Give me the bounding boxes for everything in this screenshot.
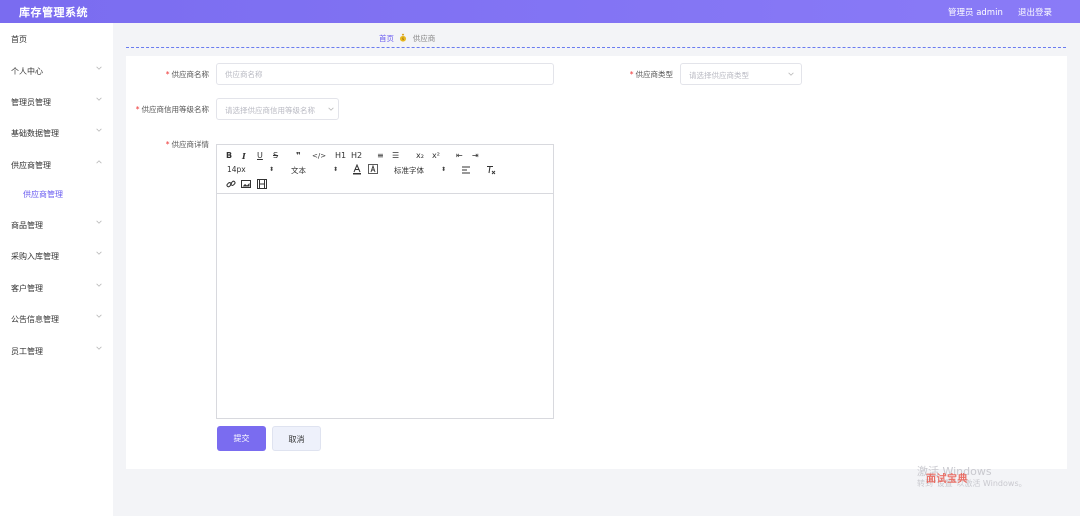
supplier-credit-label: * 供应商信用等级名称 xyxy=(136,104,209,115)
supplier-name-label: * 供应商名称 xyxy=(166,69,209,80)
clear-format-icon[interactable] xyxy=(486,165,496,175)
bold-button[interactable]: B xyxy=(226,151,232,161)
bullet-list-button[interactable]: ☰ xyxy=(392,151,399,161)
font-family-value: 标准字体 xyxy=(394,166,424,175)
supplier-credit-select[interactable]: 请选择供应商信用等级名称 xyxy=(216,98,339,120)
header2-button[interactable]: H2 xyxy=(351,151,362,161)
paragraph-value: 文本 xyxy=(291,166,306,175)
sidebar-item-purchase[interactable]: 采购入库管理 xyxy=(0,245,113,267)
breadcrumb-home[interactable]: 首页 xyxy=(379,34,394,43)
rich-text-editor: B I U S ❞ </> H1 H2 ≡ ☰ x₂ x² ⇤ ⇥ 14px ⬍… xyxy=(216,144,554,419)
font-size-select[interactable]: 14px ⬍ xyxy=(227,165,275,174)
app-title: 库存管理系统 xyxy=(19,6,88,19)
chevron-down-icon xyxy=(96,97,102,101)
cancel-button[interactable]: 取消 xyxy=(272,426,321,451)
sidebar-item-staff[interactable]: 员工管理 xyxy=(0,340,113,362)
top-header: 库存管理系统 管理员 admin 退出登录 xyxy=(0,0,1080,23)
sidebar-item-label: 管理员管理 xyxy=(11,98,51,107)
chevron-down-icon xyxy=(96,283,102,287)
strikethrough-button[interactable]: S xyxy=(273,151,278,161)
money-bag-icon: $ xyxy=(400,33,407,42)
chevron-down-icon xyxy=(96,128,102,132)
svg-text:$: $ xyxy=(402,37,404,41)
indent-button[interactable]: ⇥ xyxy=(472,151,479,161)
sidebar-item-label: 商品管理 xyxy=(11,221,43,230)
chevron-down-icon xyxy=(328,107,334,111)
logout-link[interactable]: 退出登录 xyxy=(1018,6,1052,18)
blockquote-button[interactable]: ❞ xyxy=(296,151,301,161)
link-icon[interactable] xyxy=(226,179,236,189)
font-family-select[interactable]: 标准字体 ⬍ xyxy=(394,165,446,176)
align-icon[interactable] xyxy=(461,165,471,175)
updown-icon: ⬍ xyxy=(333,166,339,173)
supplier-type-label: * 供应商类型 xyxy=(630,69,673,80)
submit-button[interactable]: 提交 xyxy=(217,426,266,451)
label-text: 供应商类型 xyxy=(635,70,674,79)
sidebar-item-label: 供应商管理 xyxy=(23,190,63,199)
required-mark: * xyxy=(165,70,170,79)
sidebar-item-label: 客户管理 xyxy=(11,284,43,293)
chevron-down-icon xyxy=(96,251,102,255)
sidebar-item-notice[interactable]: 公告信息管理 xyxy=(0,308,113,330)
chevron-down-icon xyxy=(96,346,102,350)
label-text: 供应商详情 xyxy=(171,140,210,149)
required-mark: * xyxy=(165,140,170,149)
sidebar-item-label: 供应商管理 xyxy=(11,161,51,170)
underline-button[interactable]: U xyxy=(257,151,263,161)
sidebar-item-label: 公告信息管理 xyxy=(11,315,59,324)
sidebar-item-admin[interactable]: 管理员管理 xyxy=(0,91,113,113)
watermark-stamp: 面试宝典 xyxy=(926,474,968,485)
updown-icon: ⬍ xyxy=(441,166,447,173)
select-placeholder: 请选择供应商类型 xyxy=(689,71,749,80)
sidebar: 首页 个人中心 管理员管理 基础数据管理 供应商管理 供应商管理 商品管理 采购… xyxy=(0,23,113,516)
superscript-button[interactable]: x² xyxy=(432,151,440,161)
required-mark: * xyxy=(135,105,140,114)
paragraph-select[interactable]: 文本 ⬍ xyxy=(291,165,339,176)
font-size-value: 14px xyxy=(227,165,246,174)
code-block-button[interactable]: </> xyxy=(312,151,326,161)
sidebar-item-label: 个人中心 xyxy=(11,67,43,76)
supplier-detail-label: * 供应商详情 xyxy=(166,139,209,150)
sidebar-item-home[interactable]: 首页 xyxy=(0,28,113,50)
label-text: 供应商信用等级名称 xyxy=(141,105,210,114)
sidebar-item-label: 基础数据管理 xyxy=(11,129,59,138)
current-user: 管理员 admin xyxy=(948,8,1003,18)
chevron-down-icon xyxy=(96,66,102,70)
sidebar-item-goods[interactable]: 商品管理 xyxy=(0,214,113,236)
label-text: 供应商名称 xyxy=(171,70,210,79)
breadcrumb-current: 供应商 xyxy=(412,34,436,43)
italic-button[interactable]: I xyxy=(242,151,246,161)
sidebar-item-supplier[interactable]: 供应商管理 xyxy=(0,154,113,176)
chevron-down-icon xyxy=(96,314,102,318)
sidebar-item-profile[interactable]: 个人中心 xyxy=(0,60,113,82)
sidebar-item-label: 首页 xyxy=(11,35,27,44)
sidebar-item-customer[interactable]: 客户管理 xyxy=(0,277,113,299)
font-color-icon[interactable] xyxy=(352,164,362,175)
updown-icon: ⬍ xyxy=(269,166,275,173)
header1-button[interactable]: H1 xyxy=(335,151,346,161)
sidebar-subitem-supplier-manage[interactable]: 供应商管理 xyxy=(0,183,113,205)
supplier-type-select[interactable]: 请选择供应商类型 xyxy=(680,63,802,85)
chevron-down-icon xyxy=(96,220,102,224)
image-icon[interactable] xyxy=(241,179,251,189)
background-color-icon[interactable] xyxy=(368,164,378,175)
editor-toolbar: B I U S ❞ </> H1 H2 ≡ ☰ x₂ x² ⇤ ⇥ 14px ⬍… xyxy=(217,145,553,194)
chevron-up-icon xyxy=(96,160,102,164)
divider-line xyxy=(126,47,1066,48)
ordered-list-button[interactable]: ≡ xyxy=(377,151,384,161)
sidebar-item-basic-data[interactable]: 基础数据管理 xyxy=(0,122,113,144)
select-placeholder: 请选择供应商信用等级名称 xyxy=(225,106,315,115)
breadcrumb: 首页 $ 供应商 xyxy=(379,33,435,44)
sidebar-item-label: 员工管理 xyxy=(11,347,43,356)
editor-content-area[interactable] xyxy=(217,194,553,418)
chevron-down-icon xyxy=(788,72,794,76)
video-icon[interactable] xyxy=(257,179,267,189)
sidebar-item-label: 采购入库管理 xyxy=(11,252,59,261)
supplier-name-input[interactable] xyxy=(216,63,554,85)
outdent-button[interactable]: ⇤ xyxy=(456,151,463,161)
required-mark: * xyxy=(629,70,634,79)
subscript-button[interactable]: x₂ xyxy=(416,151,424,161)
